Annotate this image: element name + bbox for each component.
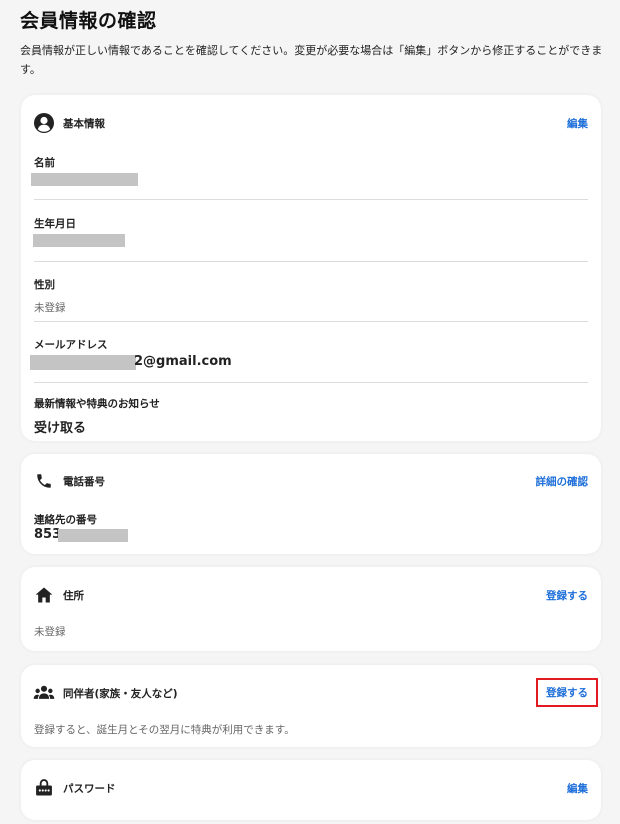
address-card: 住所 登録する 未登録 <box>21 567 601 651</box>
people-group-icon <box>33 682 55 704</box>
contact-number-field: 連絡先の番号 <box>34 512 588 527</box>
newsletter-value: 受け取る <box>34 421 87 436</box>
password-edit-button[interactable]: 編集 <box>567 781 588 796</box>
password-card: パスワード 編集 <box>21 760 601 820</box>
page-title: 会員情報の確認 <box>20 10 157 32</box>
birthday-redacted-value <box>33 234 125 247</box>
gender-label: 性別 <box>34 279 55 291</box>
divider <box>34 261 588 262</box>
companion-title: 同伴者(家族・友人など) <box>63 688 178 700</box>
email-redacted-part <box>30 355 136 370</box>
address-value: 未登録 <box>34 626 66 638</box>
basic-info-title: 基本情報 <box>63 118 105 130</box>
password-lock-icon <box>33 777 55 799</box>
address-title: 住所 <box>63 590 84 602</box>
contact-number-redacted <box>58 529 128 542</box>
companion-register-button[interactable]: 登録する <box>536 678 598 707</box>
phone-header: 電話番号 詳細の確認 <box>21 470 601 494</box>
divider <box>34 382 588 383</box>
companion-header: 同伴者(家族・友人など) 登録する <box>21 678 601 707</box>
companion-card: 同伴者(家族・友人など) 登録する 登録すると、誕生月とその翌月に特典が利用でき… <box>21 665 601 747</box>
gender-field: 性別 未登録 <box>34 277 588 315</box>
divider <box>34 321 588 322</box>
newsletter-label: 最新情報や特典のお知らせ <box>34 398 160 410</box>
email-value-row: 2@gmail.com <box>134 354 232 369</box>
home-icon <box>33 584 55 606</box>
email-field: メールアドレス <box>34 337 588 352</box>
basic-info-card: 基本情報 編集 名前 生年月日 性別 未登録 メールアドレス 2@gmail.c… <box>21 95 601 441</box>
contact-number-label: 連絡先の番号 <box>34 514 97 526</box>
phone-icon <box>33 470 55 492</box>
phone-details-button[interactable]: 詳細の確認 <box>536 474 589 489</box>
birthday-field: 生年月日 <box>34 216 588 231</box>
address-register-button[interactable]: 登録する <box>546 588 588 603</box>
phone-card: 電話番号 詳細の確認 連絡先の番号 853 <box>21 454 601 554</box>
name-label: 名前 <box>34 157 55 169</box>
intro-text: 会員情報が正しい情報であることを確認してください。変更が必要な場合は「編集」ボタ… <box>20 44 603 76</box>
address-header: 住所 登録する <box>21 584 601 608</box>
basic-info-edit-button[interactable]: 編集 <box>567 116 588 131</box>
phone-title: 電話番号 <box>63 476 105 488</box>
email-suffix: 2@gmail.com <box>134 354 232 369</box>
divider <box>34 199 588 200</box>
basic-info-header: 基本情報 編集 <box>21 112 601 136</box>
password-header: パスワード 編集 <box>21 777 601 801</box>
companion-description: 登録すると、誕生月とその翌月に特典が利用できます。 <box>34 724 295 736</box>
newsletter-field: 最新情報や特典のお知らせ 受け取る <box>34 396 588 436</box>
gender-value: 未登録 <box>34 302 66 314</box>
name-field: 名前 <box>34 155 588 170</box>
password-title: パスワード <box>63 783 116 795</box>
email-label: メールアドレス <box>34 339 108 351</box>
name-redacted-value <box>31 173 138 186</box>
birthday-label: 生年月日 <box>34 218 76 230</box>
user-circle-icon <box>33 112 55 134</box>
